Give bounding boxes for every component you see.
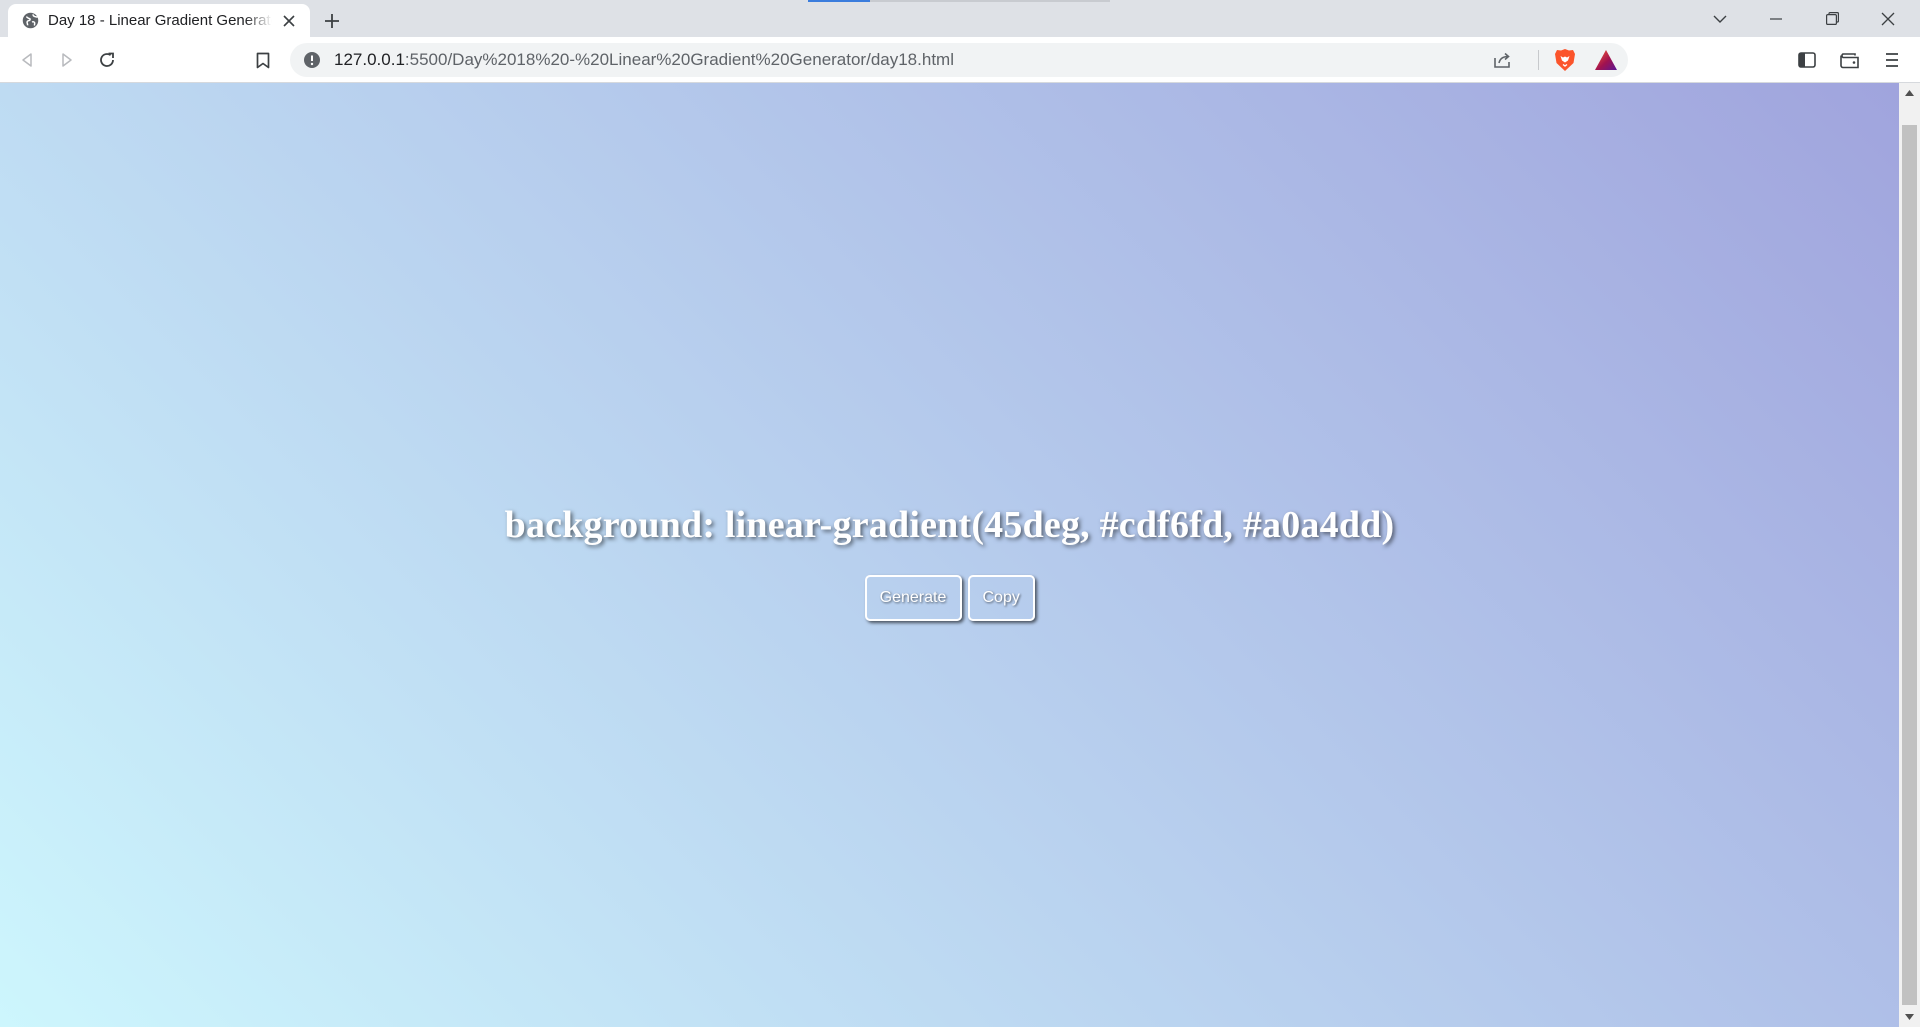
wallet-icon[interactable]	[1835, 45, 1865, 75]
share-icon[interactable]	[1490, 48, 1514, 72]
url-text[interactable]: 127.0.0.1:5500/Day%2018%20-%20Linear%20G…	[334, 43, 954, 77]
gradient-css-text: background: linear-gradient(45deg, #cdf6…	[504, 504, 1395, 546]
copy-button[interactable]: Copy	[967, 575, 1035, 621]
sidebar-icon[interactable]	[1792, 45, 1822, 75]
tab-loading-indicator	[808, 0, 870, 2]
tab-strip: Day 18 - Linear Gradient Generator	[0, 0, 1920, 37]
address-bar[interactable]: 127.0.0.1:5500/Day%2018%20-%20Linear%20G…	[290, 43, 1628, 77]
tab-active[interactable]: Day 18 - Linear Gradient Generator	[8, 4, 310, 37]
back-icon[interactable]	[12, 45, 42, 75]
info-icon[interactable]	[302, 50, 322, 70]
scroll-down-arrow-icon[interactable]	[1899, 1007, 1920, 1027]
menu-icon[interactable]	[1877, 45, 1907, 75]
page-viewport: background: linear-gradient(45deg, #cdf6…	[0, 83, 1899, 1027]
chevron-down-icon[interactable]	[1692, 0, 1748, 37]
forward-icon[interactable]	[52, 45, 82, 75]
brave-lion-icon[interactable]	[1552, 47, 1578, 73]
browser-toolbar: 127.0.0.1:5500/Day%2018%20-%20Linear%20G…	[0, 37, 1920, 83]
gradient-generator: background: linear-gradient(45deg, #cdf6…	[0, 503, 1899, 621]
button-row: Generate Copy	[0, 575, 1899, 621]
minimize-icon[interactable]	[1748, 0, 1804, 37]
scrollbar[interactable]	[1899, 83, 1920, 1027]
scrollbar-thumb[interactable]	[1902, 125, 1917, 1005]
bookmark-icon[interactable]	[248, 45, 278, 75]
tab-title: Day 18 - Linear Gradient Generator	[48, 12, 272, 29]
plus-icon[interactable]	[318, 7, 346, 35]
generate-button[interactable]: Generate	[864, 575, 962, 621]
globe-icon	[21, 12, 39, 30]
url-host: 127.0.0.1	[334, 50, 405, 69]
rewards-triangle-icon[interactable]	[1593, 47, 1619, 73]
scroll-up-arrow-icon[interactable]	[1899, 83, 1920, 103]
url-path: :5500/Day%2018%20-%20Linear%20Gradient%2…	[404, 50, 954, 69]
tab-loading-track	[870, 0, 1110, 2]
reload-icon[interactable]	[92, 45, 122, 75]
restore-icon[interactable]	[1804, 0, 1860, 37]
close-window-icon[interactable]	[1860, 0, 1916, 37]
omnibox-divider	[1538, 50, 1539, 70]
close-icon[interactable]	[278, 10, 300, 32]
